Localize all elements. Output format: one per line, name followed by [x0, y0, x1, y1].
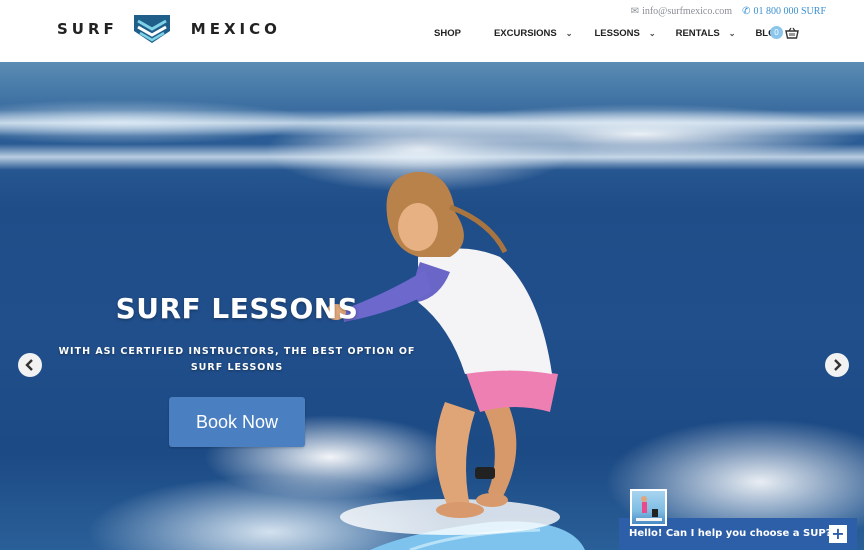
- logo-text-left: SURF: [57, 20, 118, 38]
- nav-item-lessons[interactable]: LESSONS ⌄: [594, 28, 655, 39]
- phone-icon: ✆: [742, 6, 751, 17]
- chevron-down-icon: ⌄: [728, 29, 736, 38]
- email-link[interactable]: ✉ info@surfmexico.com: [631, 6, 732, 17]
- cart-button[interactable]: 0: [770, 26, 799, 39]
- surfer-photo: [326, 171, 585, 550]
- nav-item-shop[interactable]: SHOP: [434, 28, 461, 39]
- main-nav: SHOP EXCURSIONS ⌄ LESSONS ⌄ RENTALS ⌄ BL…: [434, 28, 783, 39]
- phone-text: 01 800 000 SURF: [753, 6, 826, 17]
- envelope-icon: ✉: [630, 6, 640, 17]
- nav-item-label: RENTALS: [675, 28, 720, 39]
- email-text: info@surfmexico.com: [642, 6, 733, 17]
- site-logo[interactable]: SURF MEXICO: [57, 13, 281, 45]
- logo-text-right: MEXICO: [190, 20, 281, 38]
- sup-rider-icon: [636, 496, 662, 521]
- logo-emblem-icon: [133, 15, 170, 43]
- site-header: SURF MEXICO ✉ info@surfmexico.com ✆ 01 800…: [0, 0, 864, 62]
- hero-subtitle: WITH ASI CERTIFIED INSTRUCTORS, THE BEST…: [58, 346, 416, 373]
- phone-link[interactable]: ✆ 01 800 000 SURF: [742, 6, 826, 17]
- nav-item-rentals[interactable]: RENTALS ⌄: [676, 28, 736, 39]
- nav-item-label: EXCURSIONS: [493, 28, 557, 39]
- slider-next-button[interactable]: [825, 353, 849, 377]
- basket-icon: [785, 27, 799, 39]
- nav-item-label: LESSONS: [594, 28, 640, 39]
- slider-prev-button[interactable]: [18, 353, 42, 377]
- nav-item-excursions[interactable]: EXCURSIONS ⌄: [494, 28, 573, 39]
- chevron-right-icon: [834, 359, 842, 371]
- contact-info: ✉ info@surfmexico.com ✆ 01 800 000 SURF: [631, 6, 826, 17]
- book-now-button[interactable]: Book Now: [169, 397, 305, 447]
- chat-avatar[interactable]: [630, 489, 667, 526]
- chevron-down-icon: ⌄: [565, 29, 573, 38]
- cart-count-badge: 0: [770, 26, 783, 39]
- chevron-down-icon: ⌄: [648, 29, 656, 38]
- chevron-left-icon: [25, 359, 33, 371]
- chat-message: Hello! Can I help you choose a SUP?: [629, 528, 832, 539]
- hero-title: SURF LESSONS: [115, 292, 359, 325]
- hero-slider: SURF LESSONS WITH ASI CERTIFIED INSTRUCT…: [0, 62, 864, 550]
- plus-icon[interactable]: +: [829, 525, 847, 543]
- nav-item-label: SHOP: [434, 28, 461, 39]
